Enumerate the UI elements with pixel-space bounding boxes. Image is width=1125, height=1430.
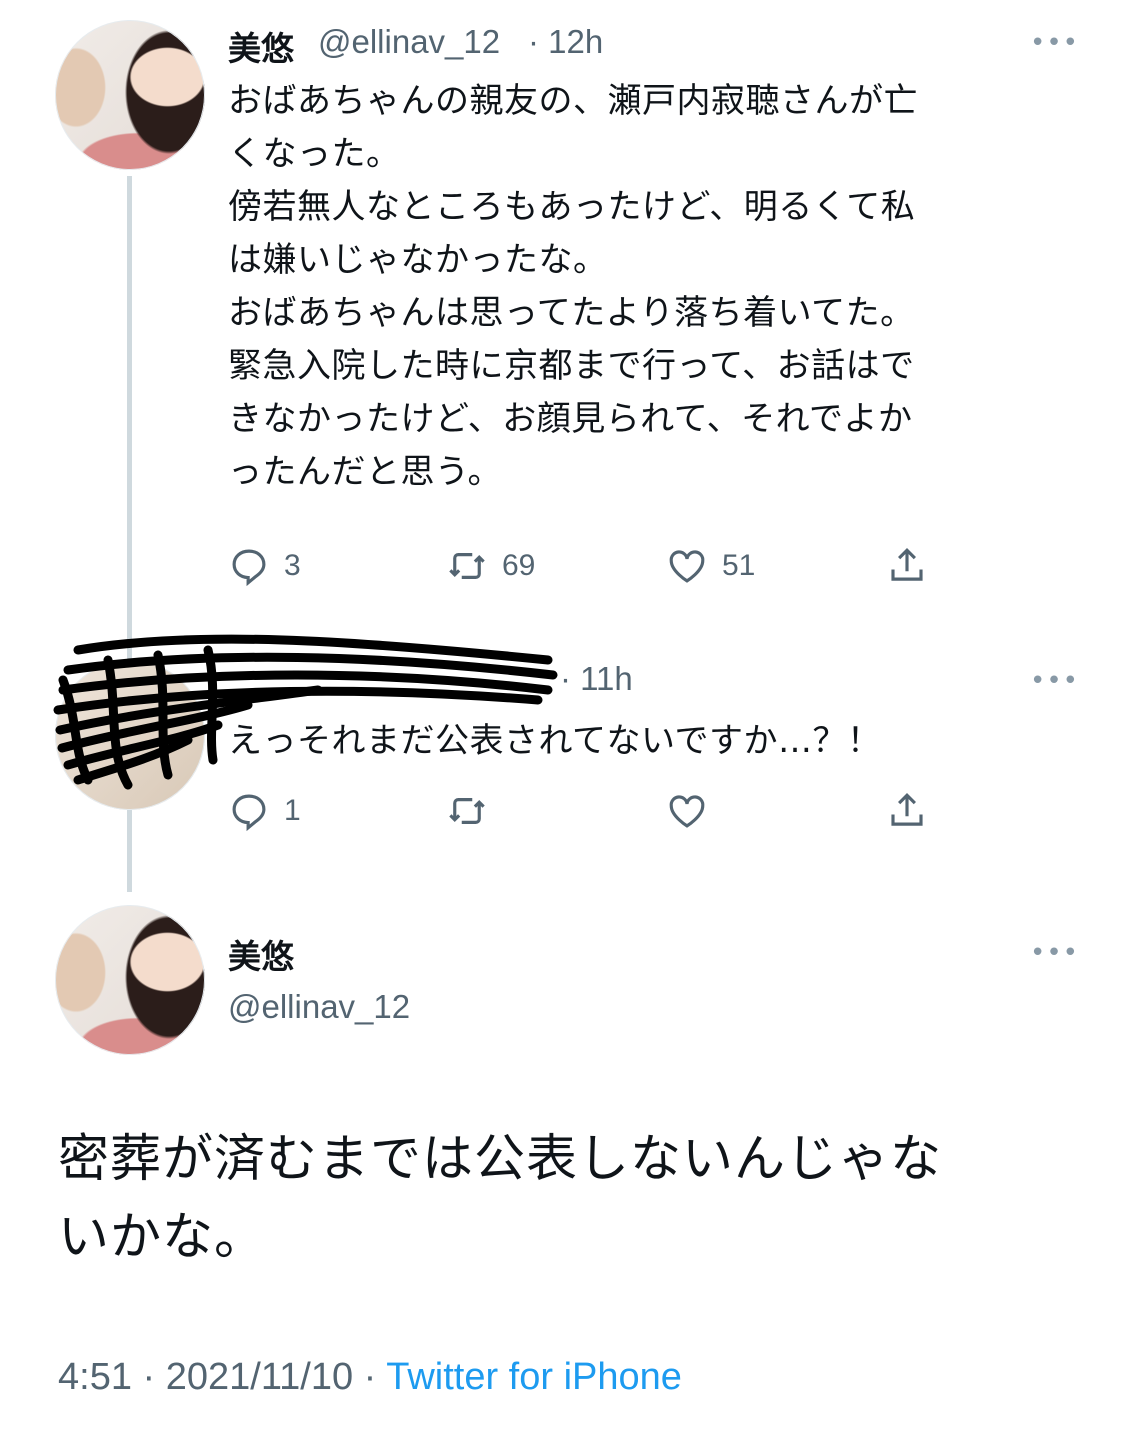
tweet-text: えっそれまだ公表されてないですか…？！: [228, 721, 882, 761]
retweet-button[interactable]: 69: [446, 545, 535, 587]
reply-button[interactable]: 3: [228, 545, 301, 587]
like-count: 51: [722, 549, 756, 582]
like-button[interactable]: 51: [666, 545, 755, 587]
reply-count: 3: [284, 549, 301, 582]
reply-count: 1: [284, 794, 301, 827]
tweet-source-link[interactable]: Twitter for iPhone: [386, 1356, 682, 1398]
avatar[interactable]: [55, 905, 205, 1055]
tweet-main-text: 密葬が済むまでは公表しないんじゃな いかな。: [58, 1130, 943, 1267]
more-icon[interactable]: •••: [1030, 940, 1079, 966]
tweet-author-handle[interactable]: @ellinav_12: [228, 988, 410, 1026]
reply-icon: [232, 794, 266, 832]
avatar[interactable]: [55, 20, 205, 170]
tweet-author-handle[interactable]: @ellinav_12: [318, 23, 500, 61]
tweet-meta: 4:51 · 2021/11/10 · Twitter for iPhone: [58, 1356, 682, 1399]
tweet-text: おばあちゃんの親友の、瀬戸内寂聴さんが亡 くなった。 傍若無人なところもあったけ…: [228, 81, 918, 492]
like-icon: [669, 550, 705, 583]
more-icon[interactable]: •••: [1030, 668, 1079, 694]
retweet-count: 69: [502, 549, 536, 582]
tweet-time[interactable]: 4:51: [58, 1356, 132, 1398]
tweet-author-name[interactable]: 美悠: [228, 930, 294, 978]
retweet-icon: [449, 553, 485, 579]
like-button[interactable]: [666, 790, 708, 832]
more-icon[interactable]: •••: [1030, 30, 1079, 56]
reply-icon: [232, 549, 266, 587]
share-button[interactable]: [886, 545, 928, 587]
reply-button[interactable]: 1: [228, 790, 301, 832]
tweet-time[interactable]: · 12h: [528, 23, 603, 61]
tweet-date: · 2021/11/10 ·: [142, 1356, 377, 1398]
tweet-time[interactable]: · 11h: [560, 660, 633, 698]
retweet-icon: [449, 798, 485, 824]
retweet-button[interactable]: [446, 790, 488, 832]
like-icon: [669, 795, 705, 828]
share-icon: [891, 793, 923, 826]
tweet-author-name[interactable]: 美悠: [228, 22, 294, 70]
share-button[interactable]: [886, 790, 928, 832]
share-icon: [891, 548, 923, 581]
